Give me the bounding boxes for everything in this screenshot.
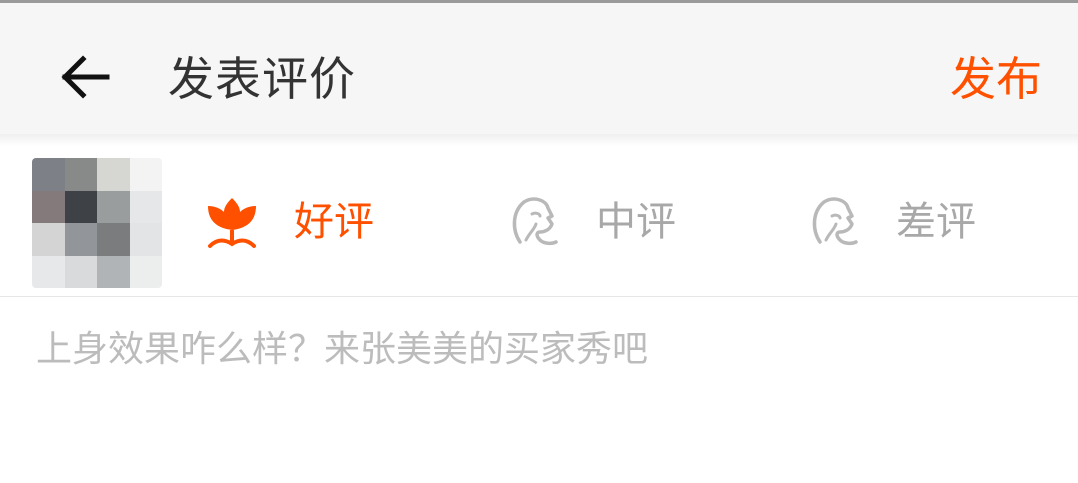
avatar <box>32 158 162 288</box>
back-button[interactable] <box>50 45 120 109</box>
rating-bad-label: 差评 <box>896 199 976 245</box>
face-profile-icon <box>806 194 862 250</box>
publish-button[interactable]: 发布 <box>950 47 1042 111</box>
header-shadow <box>0 134 1078 146</box>
rating-row: 好评 中评 差评 <box>0 146 1078 296</box>
rating-bad-option[interactable]: 差评 <box>806 190 976 254</box>
flower-icon <box>204 194 260 250</box>
review-input[interactable] <box>36 318 1042 468</box>
rating-medium-label: 中评 <box>596 199 676 245</box>
divider <box>0 296 1078 297</box>
page-title: 发表评价 <box>168 52 356 106</box>
rating-good-label: 好评 <box>294 199 374 245</box>
header-bar: 发表评价 发布 <box>0 3 1078 134</box>
rating-good-option[interactable]: 好评 <box>204 190 374 254</box>
arrow-left-icon <box>61 55 110 99</box>
face-profile-icon <box>506 194 562 250</box>
rating-medium-option[interactable]: 中评 <box>506 190 676 254</box>
